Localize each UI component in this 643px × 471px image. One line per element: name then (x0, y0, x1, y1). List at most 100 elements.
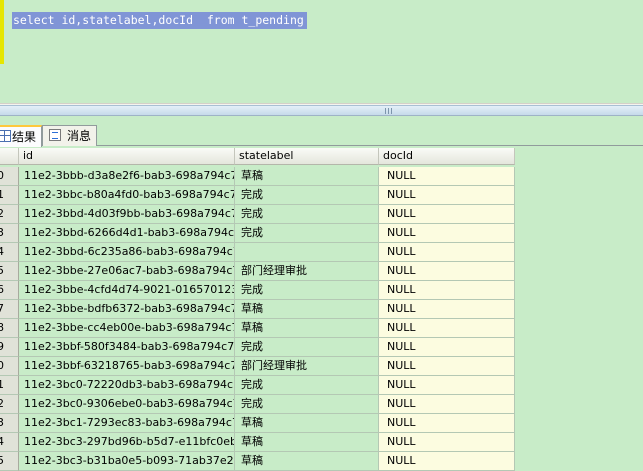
row-number[interactable]: 8 (0, 319, 19, 338)
cell-id[interactable]: 11e2-3bbb-d3a8e2f6-bab3-698a794c7625 (19, 167, 235, 186)
cell-statelabel[interactable]: 草稿 (235, 319, 379, 338)
cell-id[interactable]: 11e2-3bbe-bdfb6372-bab3-698a794c7625 (19, 300, 235, 319)
tab-messages[interactable]: 消息 (42, 125, 97, 146)
cell-docid[interactable]: NULL (379, 319, 515, 338)
cell-id[interactable]: 11e2-3bbe-27e06ac7-bab3-698a794c7625 (19, 262, 235, 281)
cell-docid[interactable]: NULL (379, 167, 515, 186)
table-row[interactable]: 8 11e2-3bbe-cc4eb00e-bab3-698a794c7625草稿N… (0, 319, 643, 338)
grid-body: 011e2-3bbb-d3a8e2f6-bab3-698a794c7625草稿N… (0, 167, 643, 471)
cell-statelabel[interactable]: 部门经理审批 (235, 357, 379, 376)
row-number[interactable]: 2 (0, 205, 19, 224)
cell-id[interactable]: 11e2-3bbe-4cfd4d74-9021-016570123a2b (19, 281, 235, 300)
table-row[interactable]: 2 11e2-3bbd-4d03f9bb-bab3-698a794c7625完成N… (0, 205, 643, 224)
pane-splitter[interactable] (0, 105, 643, 116)
row-number[interactable]: 9 (0, 338, 19, 357)
cell-statelabel[interactable]: 完成 (235, 224, 379, 243)
cell-id[interactable]: 11e2-3bbf-580f3484-bab3-698a794c7625 (19, 338, 235, 357)
cell-statelabel[interactable]: 完成 (235, 395, 379, 414)
cell-statelabel[interactable]: 草稿 (235, 167, 379, 186)
cell-statelabel[interactable]: 草稿 (235, 433, 379, 452)
cell-docid[interactable]: NULL (379, 414, 515, 433)
results-pane-margin (0, 116, 643, 125)
table-row[interactable]: 4 11e2-3bc3-297bd96b-b5d7-e11bfc0eb881草稿N… (0, 433, 643, 452)
cell-docid[interactable]: NULL (379, 395, 515, 414)
cell-statelabel[interactable]: 完成 (235, 376, 379, 395)
query-text[interactable]: select id,statelabel,docId from t_pendin… (12, 12, 307, 29)
row-number-label: 1 (0, 186, 4, 204)
cell-id[interactable]: 11e2-3bc3-b31ba0e5-b093-71ab37e24336 (19, 452, 235, 471)
cell-id[interactable]: 11e2-3bbd-4d03f9bb-bab3-698a794c7625 (19, 205, 235, 224)
cell-docid[interactable]: NULL (379, 224, 515, 243)
row-number-header[interactable] (0, 148, 19, 165)
row-number[interactable]: 1 (0, 376, 19, 395)
cell-statelabel[interactable]: 完成 (235, 338, 379, 357)
row-number[interactable]: 3 (0, 414, 19, 433)
cell-docid[interactable]: NULL (379, 452, 515, 471)
row-number[interactable]: 4 (0, 433, 19, 452)
cell-docid[interactable]: NULL (379, 300, 515, 319)
row-number-label: 5 (0, 452, 4, 470)
cell-docid[interactable]: NULL (379, 186, 515, 205)
row-number[interactable]: 7 (0, 300, 19, 319)
row-number[interactable]: 5 (0, 262, 19, 281)
table-row[interactable]: 2 11e2-3bc0-9306ebe0-bab3-698a794c7625完成N… (0, 395, 643, 414)
tab-results[interactable]: 结果 (0, 125, 42, 147)
column-header-id[interactable]: id (19, 148, 235, 165)
cell-statelabel[interactable]: 部门经理审批 (235, 262, 379, 281)
table-row[interactable]: 3 11e2-3bbd-6266d4d1-bab3-698a794c7625完成N… (0, 224, 643, 243)
cell-statelabel[interactable] (235, 243, 379, 262)
cell-statelabel[interactable]: 完成 (235, 186, 379, 205)
table-row[interactable]: 1 11e2-3bc0-72220db3-bab3-698a794c7625完成N… (0, 376, 643, 395)
cell-docid[interactable]: NULL (379, 433, 515, 452)
row-number-label: 1 (0, 376, 4, 394)
table-row[interactable]: 6 11e2-3bbe-4cfd4d74-9021-016570123a2b完成N… (0, 281, 643, 300)
table-row[interactable]: 5 11e2-3bc3-b31ba0e5-b093-71ab37e24336草稿N… (0, 452, 643, 471)
cell-statelabel[interactable]: 草稿 (235, 414, 379, 433)
cell-id[interactable]: 11e2-3bc0-72220db3-bab3-698a794c7625 (19, 376, 235, 395)
cell-docid[interactable]: NULL (379, 205, 515, 224)
cell-statelabel[interactable]: 草稿 (235, 452, 379, 471)
table-row[interactable]: 0 11e2-3bbb-d3a8e2f6-bab3-698a794c7625草稿N… (0, 167, 643, 186)
table-row[interactable]: 3 11e2-3bc1-7293ec83-bab3-698a794c7625草稿N… (0, 414, 643, 433)
cell-id[interactable]: 11e2-3bc3-297bd96b-b5d7-e11bfc0eb881 (19, 433, 235, 452)
table-row[interactable]: 7 11e2-3bbe-bdfb6372-bab3-698a794c7625草稿N… (0, 300, 643, 319)
cell-docid[interactable]: NULL (379, 281, 515, 300)
row-number[interactable]: 1 (0, 186, 19, 205)
cell-id[interactable]: 11e2-3bbd-6c235a86-bab3-698a794c7625 (19, 243, 235, 262)
cell-statelabel[interactable]: 完成 (235, 281, 379, 300)
cell-id[interactable]: 11e2-3bc1-7293ec83-bab3-698a794c7625 (19, 414, 235, 433)
row-number[interactable]: 0 (0, 167, 19, 186)
table-row[interactable]: 9 11e2-3bbf-580f3484-bab3-698a794c7625完成N… (0, 338, 643, 357)
column-header-docid[interactable]: docId (379, 148, 515, 165)
cell-docid[interactable]: NULL (379, 376, 515, 395)
row-number-label: 4 (0, 243, 4, 261)
splitter-grip-icon[interactable] (385, 108, 394, 114)
cell-id[interactable]: 11e2-3bbd-6266d4d1-bab3-698a794c7625 (19, 224, 235, 243)
table-row[interactable]: 5 11e2-3bbe-27e06ac7-bab3-698a794c7625部门经… (0, 262, 643, 281)
row-number[interactable]: 3 (0, 224, 19, 243)
row-number[interactable]: 6 (0, 281, 19, 300)
table-row[interactable]: 4 11e2-3bbd-6c235a86-bab3-698a794c7625 NUL… (0, 243, 643, 262)
cell-id[interactable]: 11e2-3bbc-b80a4fd0-bab3-698a794c7625 (19, 186, 235, 205)
cell-id[interactable]: 11e2-3bbe-cc4eb00e-bab3-698a794c7625 (19, 319, 235, 338)
row-number-label: 3 (0, 414, 4, 432)
table-row[interactable]: 1 11e2-3bbc-b80a4fd0-bab3-698a794c7625完成N… (0, 186, 643, 205)
table-row[interactable]: 0 11e2-3bbf-63218765-bab3-698a794c7625部门经… (0, 357, 643, 376)
cell-docid[interactable]: NULL (379, 262, 515, 281)
grid-header-row: id statelabel docId (0, 148, 643, 167)
cell-id[interactable]: 11e2-3bc0-9306ebe0-bab3-698a794c7625 (19, 395, 235, 414)
cell-docid[interactable]: NULL (379, 357, 515, 376)
cell-statelabel[interactable]: 草稿 (235, 300, 379, 319)
cell-id[interactable]: 11e2-3bbf-63218765-bab3-698a794c7625 (19, 357, 235, 376)
row-number[interactable]: 4 (0, 243, 19, 262)
cell-docid[interactable]: NULL (379, 243, 515, 262)
row-number-label: 0 (0, 357, 4, 375)
row-number[interactable]: 2 (0, 395, 19, 414)
query-editor[interactable]: select id,statelabel,docId from t_pendin… (0, 0, 643, 103)
row-number[interactable]: 5 (0, 452, 19, 471)
cell-docid[interactable]: NULL (379, 338, 515, 357)
row-number[interactable]: 0 (0, 357, 19, 376)
column-header-statelabel[interactable]: statelabel (235, 148, 379, 165)
cell-statelabel[interactable]: 完成 (235, 205, 379, 224)
results-grid[interactable]: id statelabel docId 0 11e2-3bbb-d3a8e2f6-… (0, 148, 643, 471)
